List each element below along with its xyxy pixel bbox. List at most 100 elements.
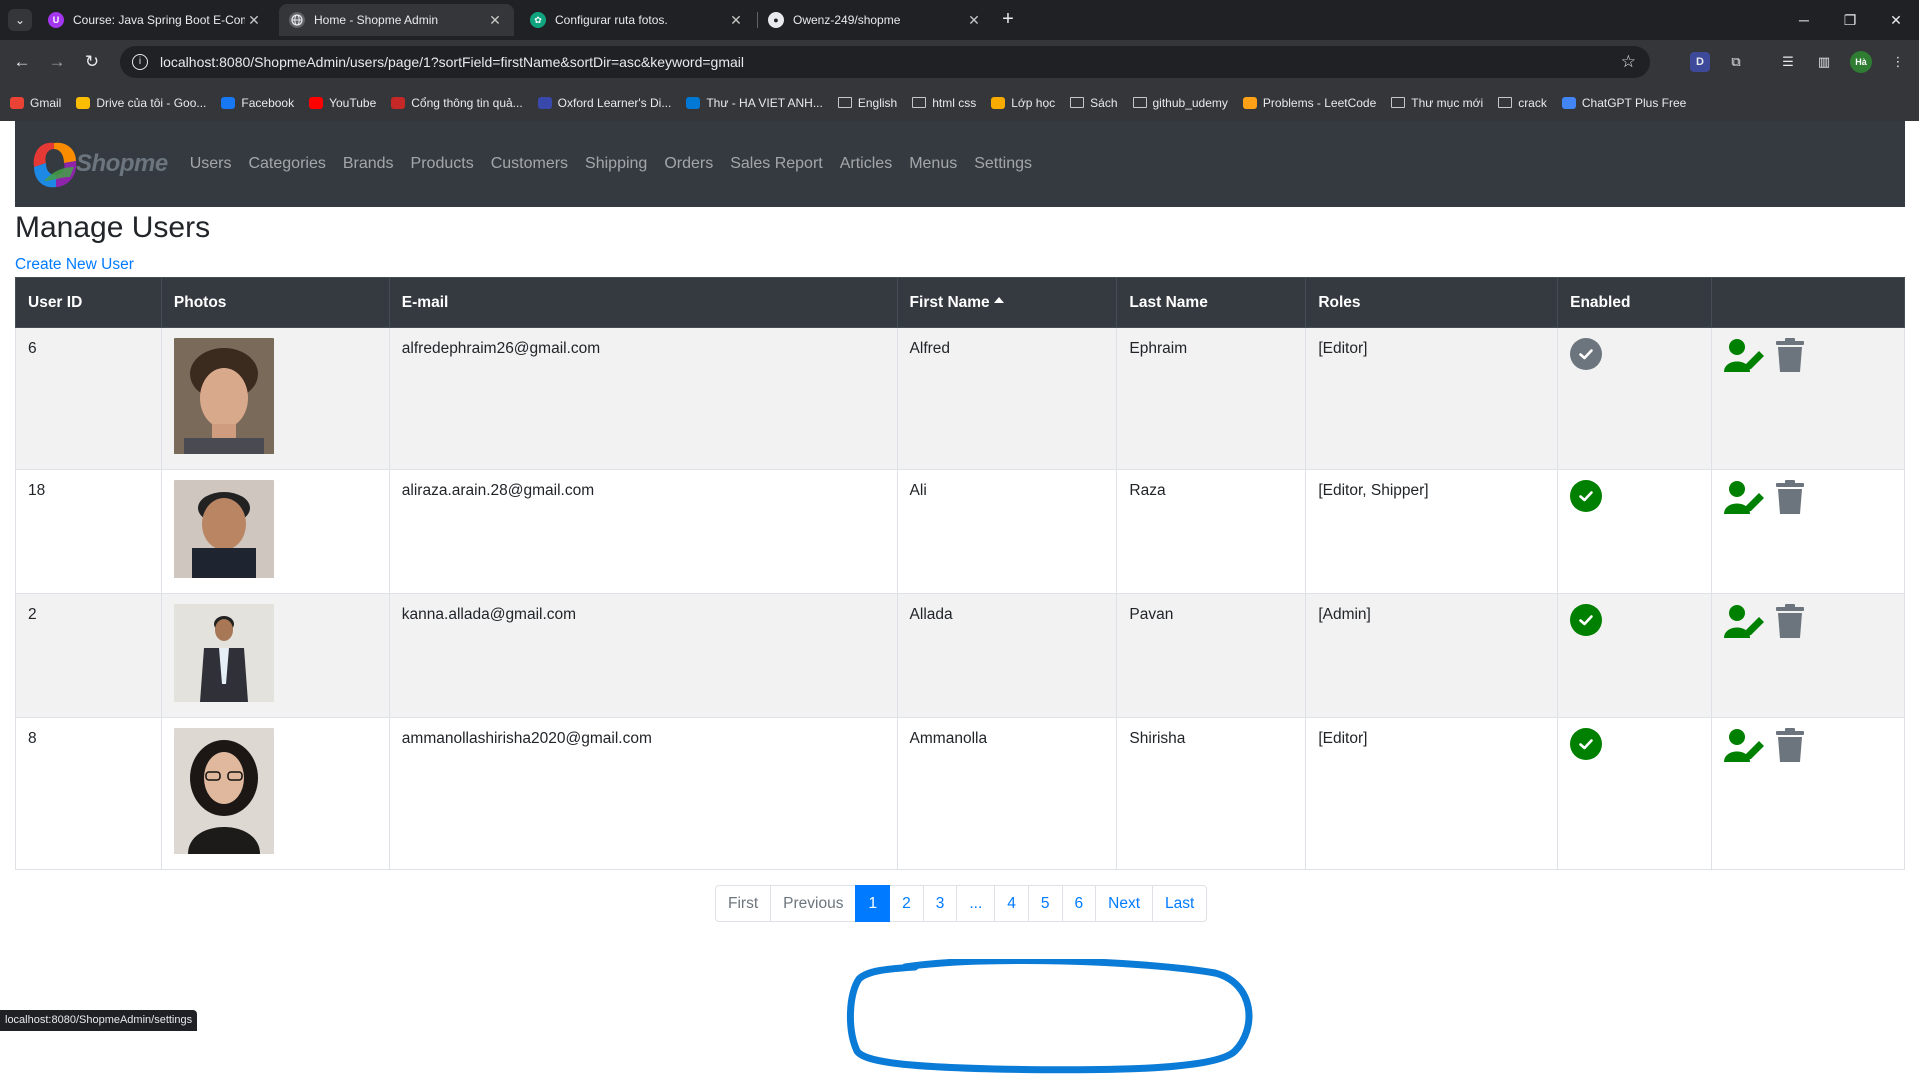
delete-user-icon[interactable] (1776, 480, 1805, 519)
cell-last-name: Ephraim (1116, 327, 1307, 470)
tab-github[interactable]: ● Owenz-249/shopme ✕ (758, 4, 993, 36)
extension-d-icon[interactable]: D (1690, 52, 1710, 72)
reload-icon[interactable]: ↻ (80, 50, 104, 74)
restore-icon[interactable]: ❐ (1830, 8, 1870, 32)
bookmark-item[interactable]: Gmail (10, 96, 61, 110)
side-panel-icon[interactable]: ▥ (1814, 52, 1834, 72)
edit-user-icon[interactable] (1724, 728, 1765, 767)
page-first-button[interactable]: First (715, 885, 772, 922)
edit-user-icon[interactable] (1724, 480, 1765, 519)
row-actions (1724, 480, 1892, 519)
table-header-row: User ID Photos E-mail First Name Last Na… (15, 277, 1905, 328)
delete-user-icon[interactable] (1776, 604, 1805, 643)
disabled-check-icon[interactable] (1570, 338, 1603, 370)
bookmark-item[interactable]: Facebook (221, 96, 294, 110)
page-1-button[interactable]: 1 (855, 885, 891, 922)
bookmark-item[interactable]: github_udemy (1132, 96, 1228, 110)
table-row: 8 ammanollashirisha2020@gmail.com Ammanoll… (15, 717, 1905, 870)
menu-kebab-icon[interactable]: ⋮ (1888, 52, 1908, 72)
highlight-circle-annotation (846, 959, 1253, 1074)
header-first-name[interactable]: First Name (896, 277, 1118, 328)
cell-last-name: Pavan (1116, 593, 1307, 718)
cell-first-name: Alfred (896, 327, 1118, 470)
page-last-button[interactable]: Last (1152, 885, 1208, 922)
bookmark-item[interactable]: YouTube (309, 96, 376, 110)
profile-avatar[interactable]: Hà (1850, 51, 1872, 73)
close-icon[interactable]: ✕ (486, 12, 504, 29)
close-icon[interactable]: ✕ (245, 12, 263, 29)
nav-link-shipping[interactable]: Shipping (585, 155, 647, 173)
minimize-icon[interactable]: ─ (1784, 8, 1824, 32)
nav-link-sales-report[interactable]: Sales Report (730, 155, 823, 173)
back-icon[interactable]: ← (10, 50, 34, 74)
bookmark-label: html css (932, 95, 977, 110)
page-5-button[interactable]: 5 (1027, 885, 1063, 922)
header-email[interactable]: E-mail (388, 277, 898, 328)
extensions-puzzle-icon[interactable]: ⧉ (1726, 52, 1746, 72)
bookmark-item[interactable]: English (837, 96, 897, 110)
header-enabled[interactable]: Enabled (1557, 277, 1713, 328)
bookmark-item[interactable]: Thư - HA VIET ANH... (686, 96, 823, 110)
nav-link-customers[interactable]: Customers (491, 155, 568, 173)
cell-actions (1711, 327, 1905, 470)
cell-email: kanna.allada@gmail.com (388, 593, 898, 718)
cell-email: alfredephraim26@gmail.com (388, 327, 898, 470)
nav-links: Users Categories Brands Products Customers Sh… (190, 155, 1049, 173)
edit-user-icon[interactable] (1724, 338, 1765, 377)
nav-link-users[interactable]: Users (190, 155, 232, 173)
bookmark-item[interactable]: ChatGPT Plus Free (1561, 96, 1686, 110)
bookmark-item[interactable]: Lớp học (991, 96, 1055, 110)
nav-link-categories[interactable]: Categories (248, 155, 325, 173)
nav-link-orders[interactable]: Orders (664, 155, 713, 173)
bookmark-item[interactable]: Drive của tôi - Goo... (76, 96, 206, 110)
nav-link-products[interactable]: Products (411, 155, 474, 173)
header-last-name[interactable]: Last Name (1116, 277, 1307, 328)
tab-udemy-course[interactable]: U Course: Java Spring Boot E-Com ✕ (38, 4, 273, 36)
enabled-check-icon[interactable] (1570, 604, 1603, 636)
cell-photo (160, 469, 390, 594)
shopme-logo[interactable]: Shopme (30, 137, 168, 191)
bookmark-item[interactable]: Cổng thông tin quả... (391, 96, 523, 110)
bookmark-item[interactable]: Problems - LeetCode (1242, 96, 1376, 110)
page-previous-button[interactable]: Previous (770, 885, 857, 922)
page-4-button[interactable]: 4 (994, 885, 1029, 922)
nav-link-settings[interactable]: Settings (974, 155, 1032, 173)
page-2-button[interactable]: 2 (889, 885, 924, 922)
page-next-button[interactable]: Next (1095, 885, 1153, 922)
site-info-icon[interactable]: i (132, 54, 148, 70)
enabled-check-icon[interactable] (1570, 728, 1603, 760)
delete-user-icon[interactable] (1776, 728, 1805, 767)
new-tab-button[interactable]: + (996, 9, 1020, 31)
nav-link-articles[interactable]: Articles (840, 155, 892, 173)
bookmark-label: crack (1518, 95, 1547, 110)
bookmark-label: Thư - HA VIET ANH... (706, 95, 823, 110)
bookmark-item[interactable]: crack (1498, 96, 1547, 110)
youtube-icon (309, 96, 324, 109)
nav-link-menus[interactable]: Menus (909, 155, 957, 173)
bookmark-item[interactable]: html css (912, 96, 976, 110)
reading-list-icon[interactable]: ☰ (1778, 52, 1798, 72)
forward-icon[interactable]: → (45, 50, 69, 74)
create-new-user-link[interactable]: Create New User (15, 256, 134, 274)
tab-search-button[interactable]: ⌄ (8, 9, 32, 31)
delete-user-icon[interactable] (1776, 338, 1805, 377)
bookmark-item[interactable]: Thư mục mới (1391, 96, 1483, 110)
tab-shopme-admin[interactable]: Home - Shopme Admin ✕ (279, 4, 514, 36)
bookmark-item[interactable]: Sách (1070, 96, 1118, 110)
tab-title: Home - Shopme Admin (314, 13, 439, 27)
row-actions (1724, 338, 1892, 377)
close-window-icon[interactable]: ✕ (1876, 8, 1916, 32)
bookmark-star-icon[interactable]: ☆ (1621, 52, 1636, 72)
page-6-button[interactable]: 6 (1061, 885, 1097, 922)
header-roles[interactable]: Roles (1305, 277, 1559, 328)
edit-user-icon[interactable] (1724, 604, 1765, 643)
tab-chatgpt[interactable]: ✿ Configurar ruta fotos. ✕ (520, 4, 755, 36)
close-icon[interactable]: ✕ (727, 12, 745, 29)
enabled-check-icon[interactable] (1570, 480, 1603, 512)
nav-link-brands[interactable]: Brands (343, 155, 394, 173)
address-bar[interactable]: i localhost:8080/ShopmeAdmin/users/page/… (120, 46, 1650, 78)
page-3-button[interactable]: 3 (922, 885, 958, 922)
bookmark-item[interactable]: Oxford Learner's Di... (537, 96, 671, 110)
close-icon[interactable]: ✕ (965, 12, 983, 29)
header-user-id[interactable]: User ID (15, 277, 162, 328)
